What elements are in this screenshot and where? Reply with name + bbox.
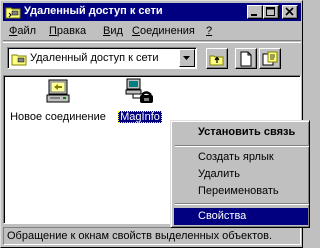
status-text: Обращение к окнам свойств выделенных объ…: [3, 227, 301, 245]
minimize-icon: [251, 14, 257, 16]
toolbar: Удаленный доступ к сети: [3, 42, 301, 75]
up-folder-button[interactable]: [206, 48, 228, 69]
menu-connections[interactable]: Соединения: [132, 25, 195, 37]
menu-separator: [175, 203, 309, 205]
context-item-connect[interactable]: Установить связь: [174, 124, 308, 141]
new-connection-button[interactable]: [235, 48, 257, 69]
properties-button[interactable]: [259, 48, 281, 69]
address-value: Удаленный доступ к сети: [30, 52, 159, 64]
address-dropdown-button[interactable]: [179, 49, 195, 67]
new-connection-wizard-icon: [46, 79, 70, 103]
context-item-create-shortcut[interactable]: Создать ярлык: [174, 149, 308, 166]
up-folder-icon: [209, 55, 224, 66]
close-icon: [285, 7, 294, 16]
close-button[interactable]: [282, 5, 298, 19]
status-bar: Обращение к окнам свойств выделенных объ…: [3, 227, 301, 246]
item-label: MagInfo: [118, 111, 162, 123]
maximize-button[interactable]: [263, 5, 279, 19]
chevron-down-icon: [183, 56, 190, 60]
dialup-computer-icon: [125, 78, 153, 103]
context-item-delete[interactable]: Удалить: [174, 166, 308, 183]
window-title: Удаленный доступ к сети: [24, 5, 163, 17]
context-item-rename[interactable]: Переименовать: [174, 183, 308, 200]
address-combobox[interactable]: Удаленный доступ к сети: [7, 47, 197, 69]
minimize-button[interactable]: [247, 5, 263, 19]
menu-view[interactable]: Вид: [103, 25, 123, 37]
menu-edit[interactable]: Правка: [49, 25, 86, 37]
new-connection-icon: [240, 51, 252, 67]
maginfo-item[interactable]: MagInfo: [110, 76, 170, 123]
menu-file[interactable]: Файл: [9, 25, 36, 37]
item-label: Новое соединение: [10, 111, 106, 123]
title-bar[interactable]: Удаленный доступ к сети: [3, 3, 301, 21]
properties-icon: [262, 51, 278, 66]
context-item-properties[interactable]: Свойства: [174, 208, 308, 225]
menu-bar: Файл Правка Вид Соединения ?: [3, 22, 301, 41]
maximize-icon: [266, 7, 275, 16]
dialup-folder-icon: [5, 7, 21, 19]
dialup-folder-icon: [11, 54, 27, 66]
context-menu: Установить связь Создать ярлык Удалить П…: [170, 120, 310, 228]
menu-help[interactable]: ?: [206, 25, 212, 37]
menu-separator: [175, 145, 309, 147]
new-connection-item[interactable]: Новое соединение: [8, 76, 108, 123]
